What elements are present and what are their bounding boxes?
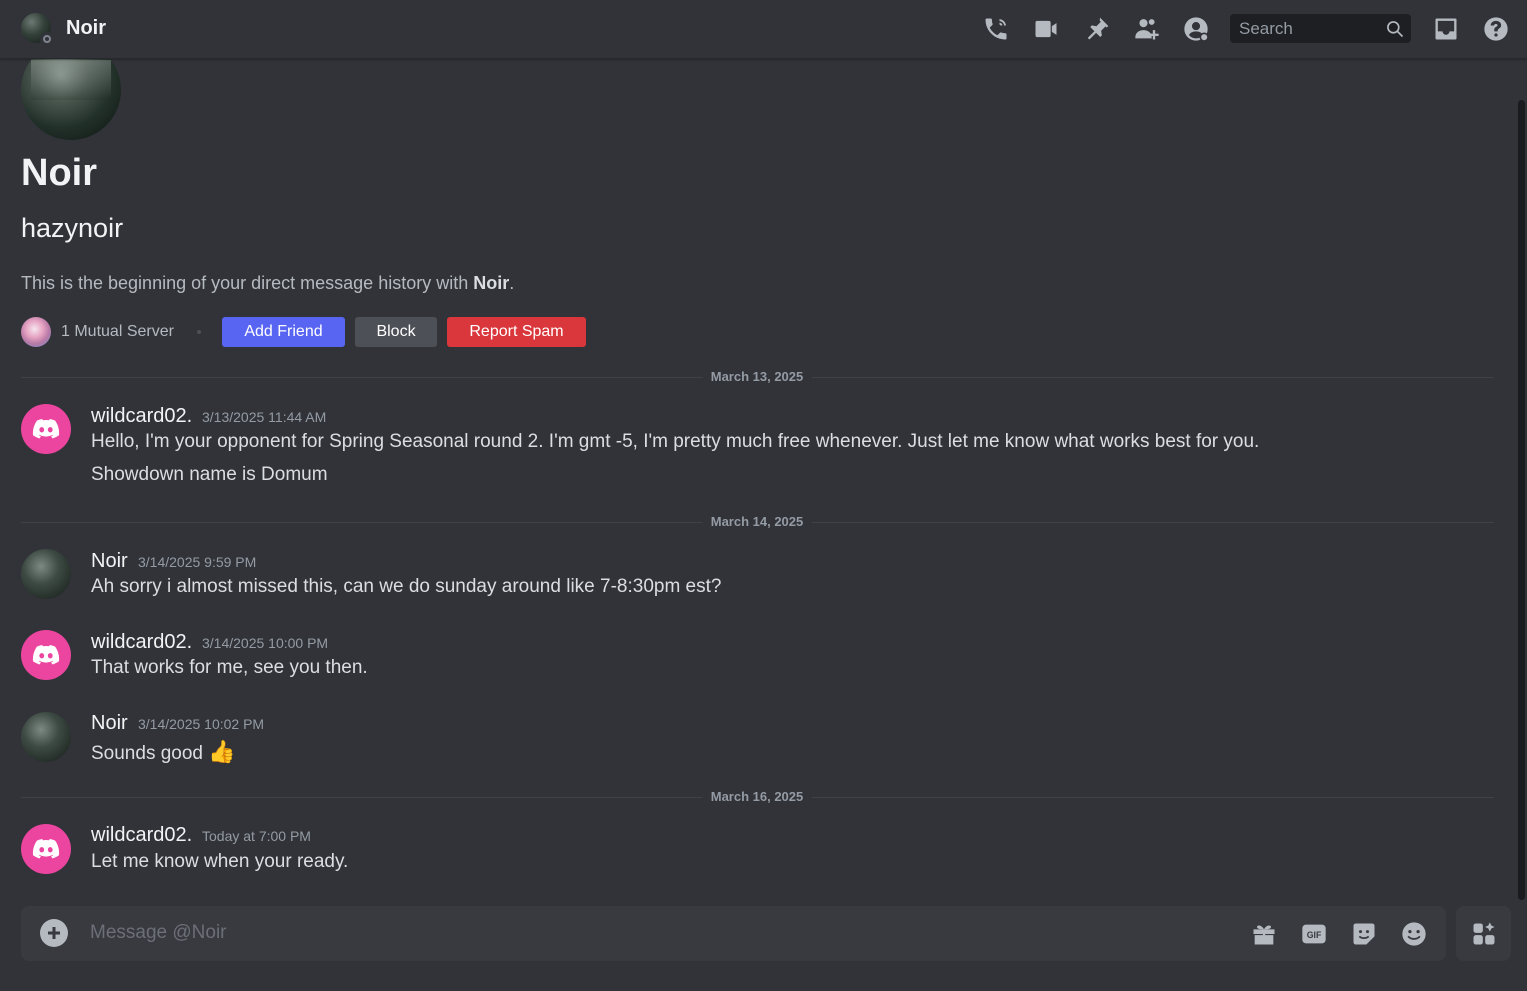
message-text: Let me know when your ready. [91,851,349,872]
help-icon[interactable] [1480,13,1512,45]
message-timestamp: 3/14/2025 10:02 PM [138,716,265,732]
date-divider-label: March 16, 2025 [702,789,812,804]
message-author[interactable]: Noir [91,712,128,735]
message-text-content: Sounds good [91,743,203,764]
profile-username: hazynoir [21,213,124,243]
pin-icon[interactable] [1081,13,1113,45]
separator-dot [197,330,201,334]
date-divider-label: March 13, 2025 [702,369,812,384]
avatar[interactable] [21,549,71,599]
block-button[interactable]: Block [355,317,437,347]
search-placeholder: Search [1239,19,1293,38]
dm-beginning-prefix: This is the beginning of your direct mes… [21,273,474,293]
sticker-icon[interactable] [1349,919,1379,949]
gif-icon[interactable]: GIF [1299,919,1329,949]
search-input[interactable]: Search [1230,14,1411,43]
video-call-icon[interactable] [1030,13,1062,45]
apps-icon[interactable] [1456,906,1511,961]
message-text: That works for me, see you then. [91,657,368,678]
phone-call-icon[interactable] [980,13,1012,45]
gift-icon[interactable] [1249,919,1279,949]
dm-beginning-text: This is the beginning of your direct mes… [21,273,514,294]
avatar[interactable] [21,824,71,874]
discord-logo-icon [32,839,60,859]
message-text: Hello, I'm your opponent for Spring Seas… [91,431,1260,452]
offline-status-indicator [40,32,54,46]
chat-header: Noir Search [0,0,1527,59]
message-input[interactable]: Message @Noir [90,922,227,944]
date-divider-label: March 14, 2025 [702,514,812,529]
message-timestamp: 3/14/2025 9:59 PM [138,554,257,570]
discord-logo-icon [32,419,60,439]
dm-beginning-name: Noir [473,273,510,293]
add-member-icon[interactable] [1131,13,1163,45]
user-profile-icon[interactable] [1180,13,1212,45]
avatar[interactable] [21,630,71,680]
avatar[interactable] [21,404,71,454]
message-timestamp: 3/14/2025 10:00 PM [202,635,329,651]
message-timestamp: Today at 7:00 PM [202,828,311,844]
mutual-servers-link[interactable]: 1 Mutual Server [61,323,174,341]
inbox-icon[interactable] [1430,13,1462,45]
thumbs-up-emoji[interactable]: 👍 [208,739,235,764]
avatar[interactable] [21,712,71,762]
message-composer[interactable]: Message @Noir GIF [21,906,1446,961]
add-attachment-icon[interactable] [40,919,68,947]
message-text: Showdown name is Domum [91,464,328,485]
message-author[interactable]: wildcard02. [91,405,192,428]
mutual-server-icon[interactable] [21,317,51,347]
message-timestamp: 3/13/2025 11:44 AM [202,409,327,425]
discord-logo-icon [32,645,60,665]
profile-display-name: Noir [21,152,97,194]
search-icon [1385,19,1405,39]
message-text: Sounds good 👍 [91,739,236,765]
scrollbar[interactable] [1515,60,1527,906]
message-author[interactable]: Noir [91,550,128,573]
dm-beginning-suffix: . [509,273,515,293]
emoji-icon[interactable] [1399,919,1429,949]
svg-text:GIF: GIF [1307,930,1322,940]
message-author[interactable]: wildcard02. [91,631,192,654]
report-spam-button[interactable]: Report Spam [447,317,586,347]
message-text: Ah sorry i almost missed this, can we do… [91,576,722,597]
message-author[interactable]: wildcard02. [91,824,192,847]
header-title[interactable]: Noir [66,17,106,40]
add-friend-button[interactable]: Add Friend [222,317,345,347]
scrollbar-thumb[interactable] [1518,100,1525,900]
